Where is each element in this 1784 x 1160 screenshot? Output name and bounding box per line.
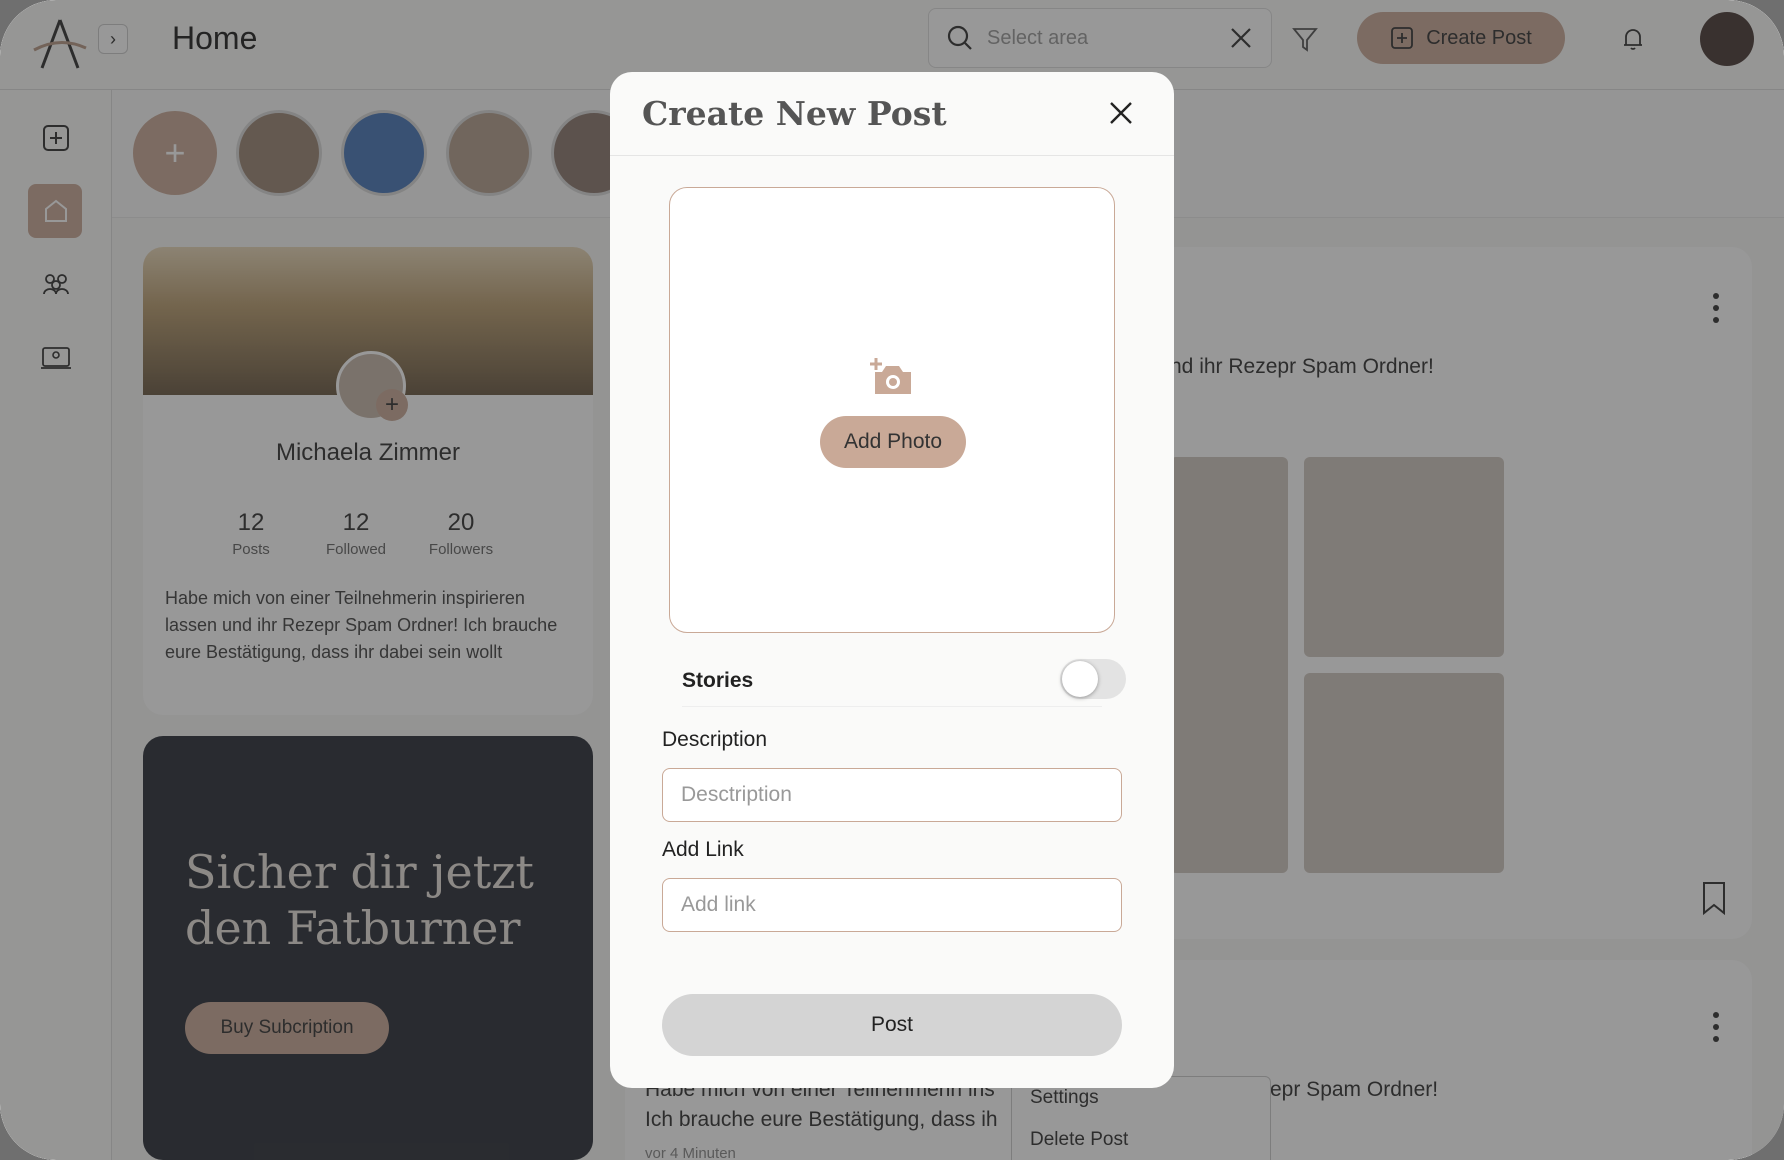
create-post-modal: Create New Post Add Photo Stories Descri… (610, 72, 1174, 1088)
stories-toggle-row: Stories (682, 657, 1126, 707)
app-window: › Home Select area Create Post + + Micha… (0, 0, 1784, 1160)
post-button[interactable]: Post (662, 994, 1122, 1056)
photo-dropzone[interactable]: Add Photo (669, 187, 1115, 633)
modal-header: Create New Post (610, 72, 1174, 156)
description-field[interactable] (662, 768, 1122, 822)
stories-toggle[interactable] (1060, 659, 1126, 699)
add-photo-button[interactable]: Add Photo (820, 416, 966, 468)
toggle-knob (1062, 661, 1098, 697)
description-label: Description (662, 728, 768, 751)
close-icon[interactable] (1106, 98, 1136, 128)
modal-title: Create New Post (642, 94, 947, 133)
link-field[interactable] (662, 878, 1122, 932)
add-photo-camera-icon (870, 358, 911, 394)
add-link-label: Add Link (662, 838, 744, 861)
stories-label: Stories (682, 669, 754, 692)
